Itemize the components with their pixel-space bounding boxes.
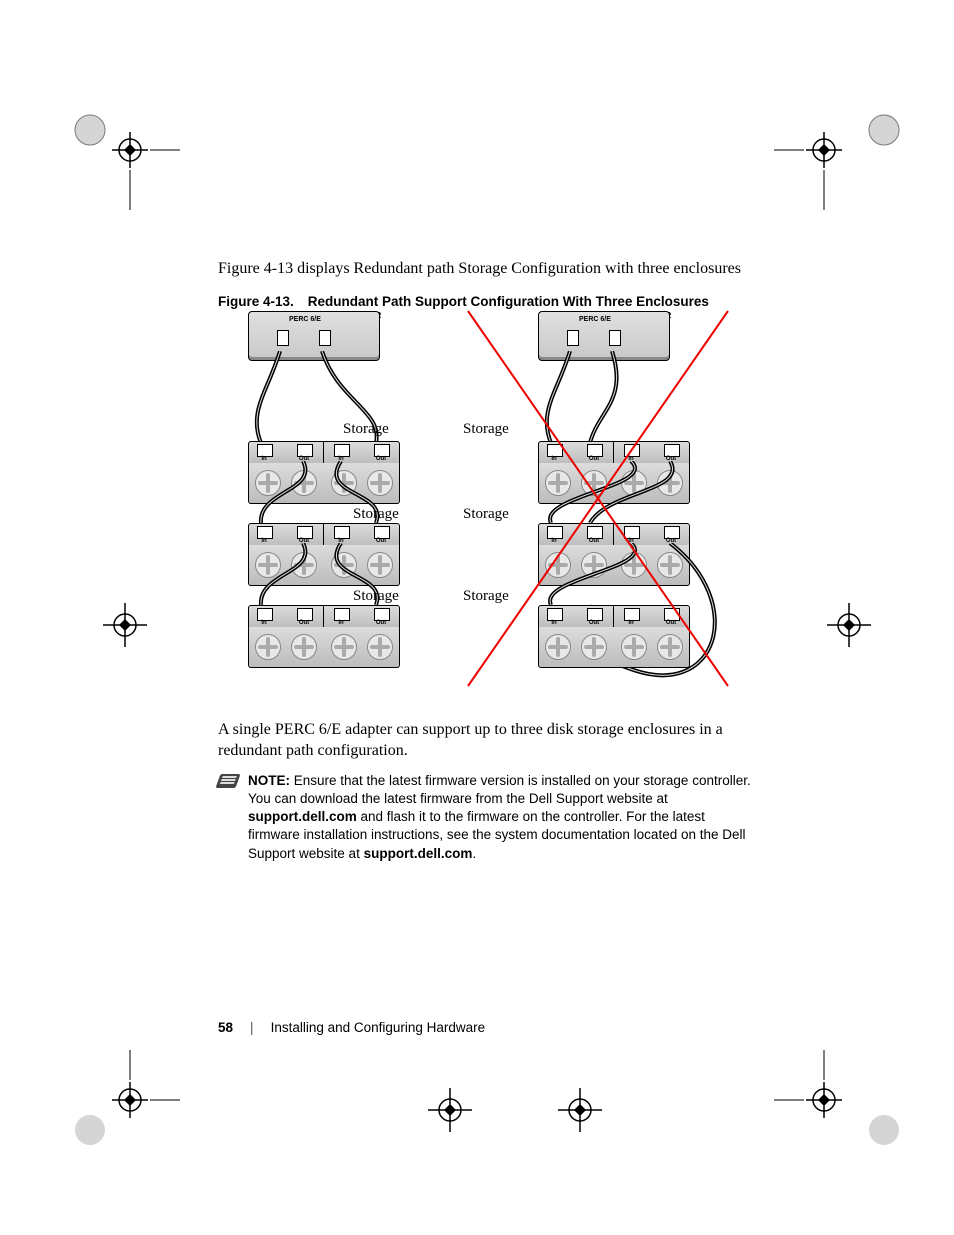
note-link: support.dell.com (364, 846, 473, 861)
body-paragraph: A single PERC 6/E adapter can support up… (218, 719, 758, 762)
storage-label: Storage (353, 588, 399, 605)
invalid-x-icon (458, 306, 738, 706)
reg-mark-right (809, 585, 889, 665)
note-label: NOTE: (248, 773, 290, 788)
figure-number: Figure 4-13. (218, 294, 294, 309)
note-block: NOTE: Ensure that the latest firmware ve… (218, 772, 758, 863)
intro-text: Figure 4-13 displays Redundant path Stor… (218, 258, 758, 280)
storage-enclosure: In Out In Out (248, 605, 398, 670)
cable (228, 351, 428, 451)
page-number: 58 (218, 1020, 233, 1035)
card-port (319, 330, 331, 346)
crop-mark-tr (774, 100, 914, 220)
card-port (277, 330, 289, 346)
reg-mark-bottom-2 (540, 1080, 620, 1140)
note-text: Ensure that the latest firmware version … (248, 773, 751, 806)
section-title: Installing and Configuring Hardware (271, 1020, 486, 1035)
note-link: support.dell.com (248, 809, 357, 824)
perc-label: PERC 6/E (289, 316, 321, 323)
reg-mark-left (85, 585, 165, 665)
storage-label: Storage (343, 421, 389, 438)
crop-mark-br (774, 1050, 914, 1170)
crop-mark-tl (60, 100, 180, 220)
crop-mark-bl (60, 1050, 180, 1170)
note-icon (215, 774, 240, 788)
reg-mark-bottom-1 (410, 1080, 490, 1140)
storage-label: Storage (353, 506, 399, 523)
figure-diagram: SERVER PERC 6/E Storage In Out In (218, 311, 758, 711)
note-text: . (472, 846, 476, 861)
page-footer: 58 | Installing and Configuring Hardware (218, 1020, 485, 1035)
